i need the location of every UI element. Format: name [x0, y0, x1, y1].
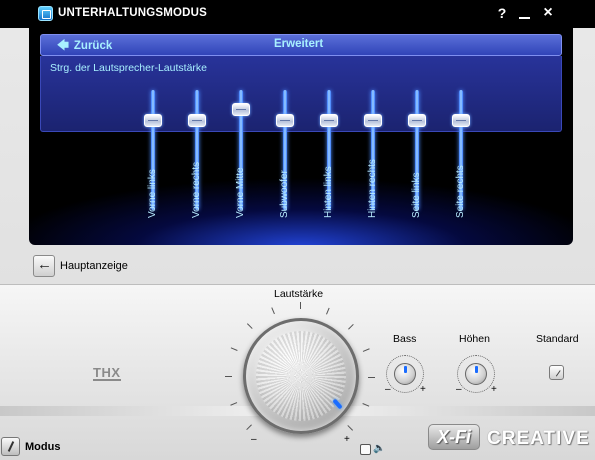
channel-slider: Hinten rechts	[356, 90, 390, 240]
bass-label: Bass	[393, 333, 417, 345]
panel-header: 🡄 Zurück Erweitert	[40, 34, 562, 56]
slider-knob[interactable]	[320, 114, 338, 127]
window-title: UNTERHALTUNGSMODUS	[58, 7, 208, 19]
back-arrow-icon: 🡄	[57, 40, 69, 52]
channel-slider: Vorne rechts	[180, 90, 214, 240]
volume-plus-label: +	[344, 434, 350, 445]
standard-button[interactable]	[549, 365, 564, 380]
channel-slider: Vorne Mitte	[224, 90, 258, 240]
back-button[interactable]: 🡄 Zurück	[57, 38, 112, 57]
volume-tick	[348, 323, 354, 330]
volume-tick	[300, 302, 301, 309]
bass-plus-label: +	[420, 384, 426, 395]
treble-label: Höhen	[459, 333, 490, 345]
main-view-button[interactable]	[33, 255, 55, 277]
minimize-button[interactable]	[517, 4, 533, 22]
close-button[interactable]: ×	[540, 4, 556, 22]
treble-minus-label: –	[456, 384, 462, 395]
slider-knob[interactable]	[364, 114, 382, 127]
channel-label: Hinten links	[323, 166, 334, 218]
channel-slider: Seite links	[400, 90, 434, 240]
channel-label: Vorne Mitte	[235, 167, 246, 218]
volume-tick	[326, 307, 330, 315]
channel-label: Seite links	[411, 172, 422, 218]
slider-knob[interactable]	[188, 114, 206, 127]
volume-tick	[246, 424, 252, 431]
channel-slider: Subwoofer	[268, 90, 302, 240]
channel-label: Seite rechts	[455, 165, 466, 218]
channel-slider: Hinten links	[312, 90, 346, 240]
speaker-volume-panel: 🡄 Zurück Erweitert Strg. der Lautsprecher…	[29, 28, 573, 245]
volume-label: Lautstärke	[274, 288, 324, 300]
volume-tick	[362, 403, 370, 407]
volume-tick	[225, 376, 232, 377]
channel-label: Vorne rechts	[191, 161, 202, 218]
volume-tick	[246, 323, 253, 329]
mute-checkbox[interactable]	[360, 444, 371, 455]
volume-tick	[230, 402, 238, 406]
slider-knob[interactable]	[276, 114, 294, 127]
channel-label: Hinten rechts	[367, 159, 378, 218]
volume-tick	[230, 347, 238, 351]
slider-knob[interactable]	[452, 114, 470, 127]
channel-label: Vorne links	[147, 169, 158, 218]
slider-knob[interactable]	[144, 114, 162, 127]
slider-knob[interactable]	[232, 103, 250, 116]
treble-knob[interactable]	[465, 363, 487, 385]
tab-advanced: Erweitert	[274, 38, 324, 50]
thx-logo: THX	[93, 365, 121, 381]
volume-tick	[271, 307, 275, 315]
mode-label: Modus	[25, 441, 61, 453]
bass-minus-label: –	[385, 384, 391, 395]
volume-tick	[347, 425, 354, 431]
slider-knob[interactable]	[408, 114, 426, 127]
volume-knob[interactable]	[243, 318, 359, 434]
volume-tick	[362, 348, 370, 352]
creative-logo: CREATIVE	[487, 428, 590, 449]
main-view-label: Hauptanzeige	[60, 260, 128, 272]
title-bar: UNTERHALTUNGSMODUS ? ×	[0, 0, 595, 28]
channel-slider: Vorne links	[136, 90, 170, 240]
standard-label: Standard	[536, 333, 579, 345]
volume-minus-label: –	[251, 434, 257, 445]
bass-knob[interactable]	[394, 363, 416, 385]
speaker-icon: 🔈	[373, 443, 386, 454]
volume-tick	[368, 377, 375, 378]
back-label: Zurück	[73, 40, 113, 52]
app-icon	[38, 6, 53, 21]
xfi-logo: X-Fi	[428, 424, 480, 450]
treble-plus-label: +	[491, 384, 497, 395]
mixer-caption: Strg. der Lautsprecher-Lautstärke	[50, 62, 207, 74]
mode-button[interactable]	[1, 437, 20, 456]
channel-label: Subwoofer	[279, 170, 290, 218]
help-button[interactable]: ?	[494, 4, 510, 22]
channel-slider: Seite rechts	[444, 90, 478, 240]
